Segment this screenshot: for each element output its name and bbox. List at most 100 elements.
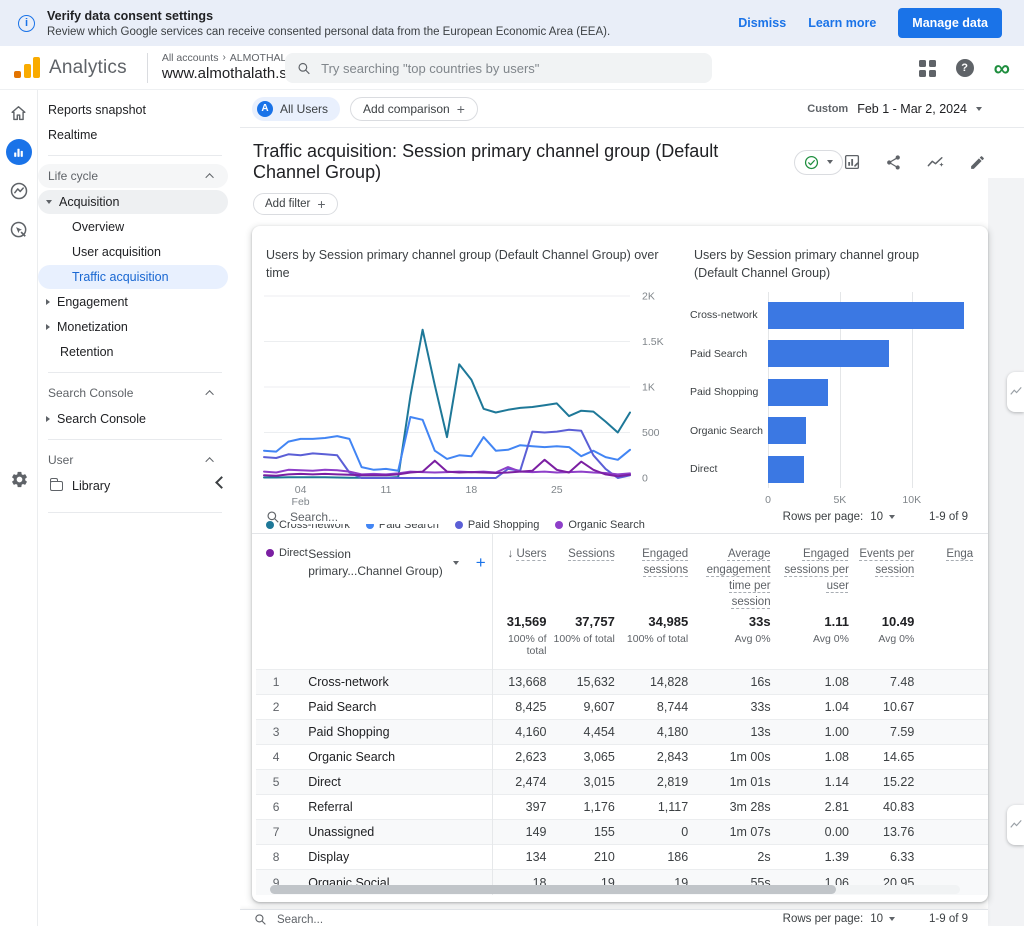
share-icon[interactable] bbox=[885, 154, 902, 171]
svg-text:1.5K: 1.5K bbox=[642, 336, 664, 348]
metric-cell: 3,015 bbox=[552, 769, 621, 795]
table-row: 5 Direct 2,474 3,015 2,819 1m 01s 1.14 15.22 bbox=[256, 769, 988, 795]
edit-icon[interactable] bbox=[969, 154, 986, 171]
nav-retention[interactable]: Retention bbox=[38, 340, 228, 364]
search-icon bbox=[267, 510, 279, 523]
home-icon[interactable] bbox=[6, 100, 32, 126]
total-sessions: 37,757 100% of total bbox=[553, 614, 615, 646]
table-search[interactable] bbox=[254, 913, 783, 926]
total-avg-engagement-time: 33s Avg 0% bbox=[734, 614, 771, 646]
collapsed-arrow-icon bbox=[46, 416, 50, 422]
bar[interactable] bbox=[768, 417, 806, 445]
add-filter-chip[interactable]: Add filter + bbox=[253, 193, 338, 215]
global-search-input[interactable] bbox=[321, 60, 700, 76]
manage-data-button[interactable]: Manage data bbox=[898, 8, 1002, 38]
learn-more-button[interactable]: Learn more bbox=[808, 16, 876, 30]
nav-acquisition[interactable]: Acquisition bbox=[38, 190, 228, 214]
insights-panel-handle[interactable] bbox=[1007, 372, 1024, 412]
col-header-engaged-sessions-per-user[interactable]: Engaged sessions per user bbox=[777, 534, 855, 610]
rows-per-page-select[interactable]: 10 bbox=[870, 511, 895, 523]
plus-icon: + bbox=[456, 100, 465, 117]
nav-label: Monetization bbox=[57, 320, 128, 334]
insights-panel-handle[interactable] bbox=[1007, 805, 1024, 845]
all-users-chip[interactable]: A All Users bbox=[252, 96, 341, 121]
nav-engagement[interactable]: Engagement bbox=[38, 290, 228, 314]
metric-cell: 7.48 bbox=[854, 669, 921, 695]
bar[interactable] bbox=[768, 301, 965, 329]
metric-cell: 6.33 bbox=[854, 844, 921, 870]
ga-infinity-icon[interactable]: ∞ bbox=[994, 56, 1010, 80]
collapsed-arrow-icon bbox=[46, 299, 50, 305]
nav-realtime[interactable]: Realtime bbox=[38, 123, 228, 147]
analytics-logo[interactable]: Analytics bbox=[0, 57, 141, 79]
data-quality-badge[interactable] bbox=[794, 149, 843, 175]
nav-section-search-console[interactable]: Search Console bbox=[38, 381, 228, 405]
nav-reports-snapshot[interactable]: Reports snapshot bbox=[38, 98, 228, 122]
col-header-truncated[interactable]: Enga bbox=[920, 534, 988, 610]
nav-traffic-acquisition[interactable]: Traffic acquisition bbox=[38, 265, 228, 289]
col-header-events-per-session[interactable]: Events per session bbox=[855, 534, 920, 610]
line-chart: 0 500 1K 1.5K 2K 04Feb 11 18 25 bbox=[263, 291, 664, 508]
nav-user-acquisition[interactable]: User acquisition bbox=[38, 240, 228, 264]
global-search[interactable] bbox=[285, 53, 712, 83]
nav-section-user[interactable]: User bbox=[38, 448, 228, 472]
bar-axis-tick: 10K bbox=[902, 494, 922, 507]
metric-cell: 14,828 bbox=[620, 669, 695, 695]
charts-row: Users by Session primary channel group (… bbox=[252, 226, 988, 559]
metric-cell: 155 bbox=[552, 819, 621, 845]
chevron-up-icon bbox=[205, 390, 214, 399]
customize-report-icon[interactable] bbox=[843, 153, 861, 171]
row-number: 4 bbox=[256, 744, 297, 770]
nav-label: Search Console bbox=[57, 412, 146, 426]
insights-icon[interactable] bbox=[926, 153, 945, 172]
svg-text:1K: 1K bbox=[642, 382, 655, 394]
dismiss-button[interactable]: Dismiss bbox=[738, 16, 786, 30]
metric-cell: 3m 28s bbox=[694, 794, 777, 820]
table-search-input[interactable] bbox=[290, 509, 440, 524]
metric-cell: 1m 07s bbox=[694, 819, 777, 845]
table-search[interactable] bbox=[266, 509, 783, 524]
nav-section-life-cycle[interactable]: Life cycle bbox=[38, 164, 228, 188]
nav-overview[interactable]: Overview bbox=[38, 215, 228, 239]
bar[interactable] bbox=[768, 340, 890, 368]
reports-icon[interactable] bbox=[5, 139, 32, 165]
help-icon[interactable]: ? bbox=[955, 59, 974, 77]
advertising-icon[interactable] bbox=[6, 217, 32, 243]
report-actions bbox=[843, 153, 986, 172]
bar-row: Organic Search bbox=[690, 411, 988, 449]
scrollbar-thumb[interactable] bbox=[270, 885, 836, 894]
legend-dot-icon bbox=[266, 549, 274, 558]
bar[interactable] bbox=[768, 378, 828, 406]
nav-label: Traffic acquisition bbox=[72, 270, 169, 284]
divider bbox=[48, 512, 222, 513]
rows-per-page-select[interactable]: 10 bbox=[870, 913, 895, 925]
plus-icon: + bbox=[317, 196, 326, 212]
bar[interactable] bbox=[768, 455, 804, 483]
explore-icon[interactable] bbox=[6, 178, 32, 204]
metric-cell: 8,744 bbox=[620, 694, 695, 720]
table-row: 6 Referral 397 1,176 1,117 3m 28s 2.81 40.83 bbox=[256, 794, 988, 820]
total-events-per-session: 10.49 Avg 0% bbox=[878, 614, 915, 646]
section-title: User bbox=[48, 453, 74, 467]
table-search-input[interactable] bbox=[277, 913, 427, 926]
admin-gear-icon[interactable] bbox=[6, 466, 32, 492]
legend-item[interactable]: Direct bbox=[266, 547, 308, 559]
nav-library[interactable]: Library bbox=[38, 474, 228, 498]
add-comparison-chip[interactable]: Add comparison + bbox=[350, 96, 478, 121]
nav-monetization[interactable]: Monetization bbox=[38, 315, 228, 339]
chevron-right-icon: › bbox=[222, 52, 226, 63]
rows-per-page: Rows per page: 10 bbox=[783, 511, 895, 523]
table-row: 1 Cross-network 13,668 15,632 14,828 16s 1.08 7… bbox=[256, 669, 988, 695]
col-header-avg-engagement-time[interactable]: Average engagement time per session bbox=[694, 534, 776, 610]
apps-grid-icon[interactable] bbox=[918, 59, 936, 77]
nav-label: Overview bbox=[72, 220, 125, 234]
bar-category-label: Paid Shopping bbox=[690, 386, 759, 399]
metric-cell: 397 bbox=[492, 794, 553, 820]
date-range-picker[interactable]: Custom Feb 1 - Mar 2, 2024 bbox=[807, 102, 982, 116]
metric-cell bbox=[920, 769, 988, 795]
sort-arrow-icon: ↓ bbox=[507, 548, 514, 560]
nav-label: Acquisition bbox=[59, 195, 120, 209]
add-column-button[interactable]: + bbox=[476, 551, 486, 575]
info-icon: i bbox=[18, 14, 35, 32]
nav-search-console[interactable]: Search Console bbox=[38, 407, 228, 431]
